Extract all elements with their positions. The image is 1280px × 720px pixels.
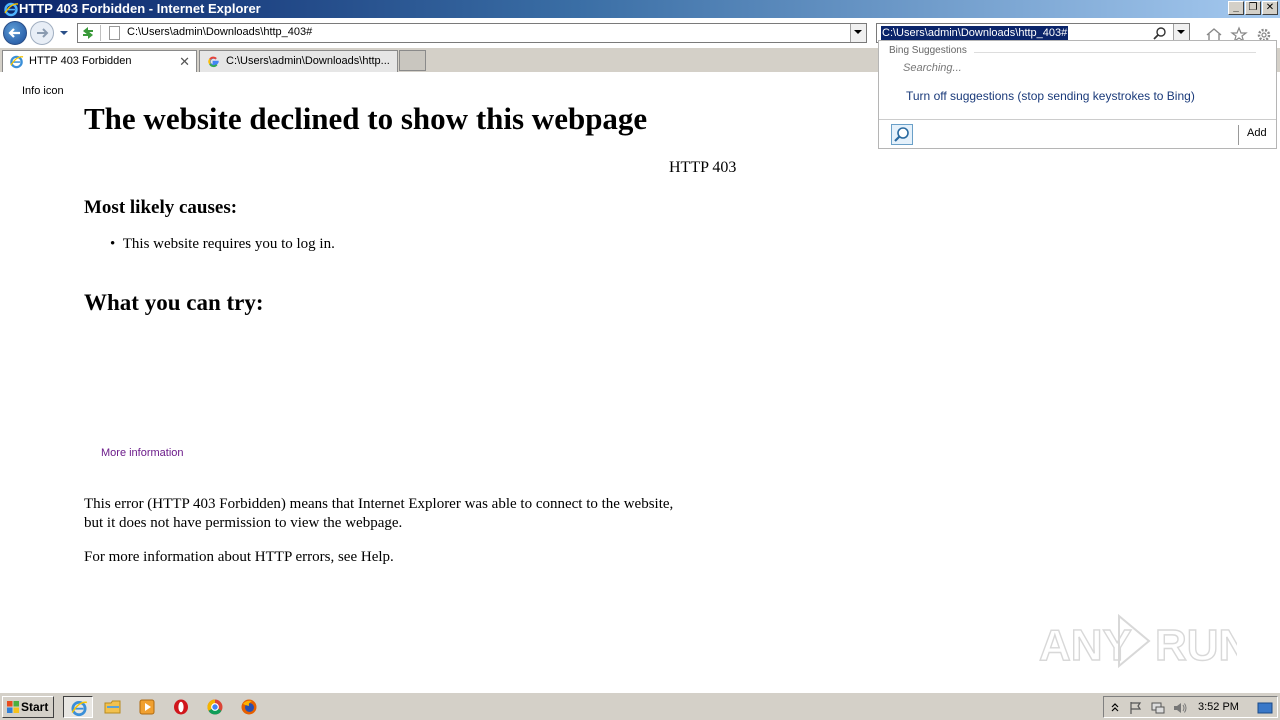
- causes-heading: Most likely causes:: [84, 197, 238, 218]
- ie-icon: [4, 2, 19, 17]
- divider: [974, 52, 1256, 53]
- firefox-icon: [241, 699, 257, 715]
- start-button[interactable]: Start: [2, 696, 54, 718]
- taskbar-opera-button[interactable]: [166, 696, 196, 718]
- opera-icon: [174, 699, 188, 715]
- more-information-link[interactable]: More information: [101, 447, 184, 459]
- ie-icon: [10, 55, 24, 69]
- error-explanation: This error (HTTP 403 Forbidden) means th…: [84, 495, 724, 533]
- info-icon: Info icon: [22, 85, 64, 97]
- tab-downloads-file[interactable]: C:\Users\admin\Downloads\http...: [199, 50, 398, 72]
- page-icon: [109, 26, 120, 40]
- turn-off-suggestions-link[interactable]: Turn off suggestions (stop sending keyst…: [906, 89, 1195, 103]
- forward-arrow-icon: [37, 28, 49, 38]
- restore-button[interactable]: ❐: [1245, 1, 1261, 15]
- search-icon[interactable]: [1153, 26, 1167, 40]
- windows-flag-icon: [7, 701, 19, 713]
- taskbar: Start 3:52 PM: [0, 692, 1280, 720]
- bing-search-button[interactable]: [891, 124, 913, 145]
- start-label: Start: [21, 700, 49, 714]
- magnifier-icon: [894, 127, 909, 142]
- show-desktop-icon[interactable]: [1256, 700, 1274, 716]
- page-title: The website declined to show this webpag…: [84, 101, 648, 136]
- media-player-icon: [139, 699, 155, 715]
- taskbar-firefox-button[interactable]: [234, 696, 264, 718]
- try-heading: What you can try:: [84, 290, 264, 315]
- cause-list-item: • This website requires you to log in.: [110, 236, 335, 252]
- explanation-line: This error (HTTP 403 Forbidden) means th…: [84, 496, 674, 512]
- address-input[interactable]: C:\Users\admin\Downloads\http_403#: [127, 26, 312, 38]
- volume-icon[interactable]: [1172, 700, 1188, 716]
- divider: [1238, 125, 1239, 145]
- chrome-icon: [207, 699, 223, 715]
- ie-icon: [71, 701, 87, 717]
- cause-text: This website requires you to log in.: [122, 236, 335, 252]
- network-icon[interactable]: [1150, 700, 1166, 716]
- search-input[interactable]: C:\Users\admin\Downloads\http_403#: [881, 26, 1069, 40]
- bing-suggestions-dropdown: Bing Suggestions Searching... Turn off s…: [878, 40, 1277, 149]
- bing-suggestions-header: Bing Suggestions: [889, 45, 967, 56]
- close-button[interactable]: ✕: [1262, 1, 1278, 15]
- searching-status: Searching...: [903, 62, 962, 74]
- clock[interactable]: 3:52 PM: [1198, 701, 1239, 713]
- new-tab-button[interactable]: [399, 50, 426, 71]
- window-title: HTTP 403 Forbidden - Internet Explorer: [19, 1, 261, 16]
- address-bar[interactable]: C:\Users\admin\Downloads\http_403#: [77, 23, 867, 43]
- taskbar-ie-button[interactable]: [63, 696, 93, 718]
- address-separator: [100, 25, 101, 41]
- title-bar: HTTP 403 Forbidden - Internet Explorer _…: [0, 0, 1280, 18]
- anyrun-watermark: ANY RUN: [1038, 613, 1237, 671]
- show-hidden-icons-icon[interactable]: [1110, 700, 1120, 716]
- back-arrow-icon: [8, 28, 20, 38]
- page-content: Info icon The website declined to show t…: [0, 72, 1280, 692]
- add-search-provider-button[interactable]: Add: [1247, 127, 1267, 139]
- tab-close-icon[interactable]: ✕: [179, 54, 190, 70]
- watermark-text-any: ANY: [1039, 621, 1132, 670]
- divider: [879, 119, 1276, 120]
- back-button[interactable]: [3, 21, 27, 45]
- tab-label: C:\Users\admin\Downloads\http...: [226, 55, 390, 67]
- tab-http-403[interactable]: HTTP 403 Forbidden ✕: [2, 50, 197, 72]
- recent-pages-dropdown-icon[interactable]: [58, 27, 70, 39]
- explanation-line: but it does not have permission to view …: [84, 515, 403, 531]
- watermark-text-run: RUN: [1155, 621, 1237, 670]
- action-center-flag-icon[interactable]: [1128, 700, 1144, 716]
- taskbar-media-player-button[interactable]: [132, 696, 162, 718]
- taskbar-explorer-button[interactable]: [98, 696, 128, 718]
- error-code: HTTP 403: [669, 159, 737, 176]
- chevron-down-icon: [1177, 30, 1185, 34]
- google-icon: [208, 56, 219, 68]
- compatibility-refresh-icon[interactable]: [80, 26, 96, 40]
- folder-icon: [104, 700, 121, 714]
- address-dropdown-button[interactable]: [850, 24, 866, 42]
- taskbar-chrome-button[interactable]: [200, 696, 230, 718]
- system-tray: 3:52 PM: [1103, 696, 1278, 718]
- minimize-button[interactable]: _: [1228, 1, 1244, 15]
- tab-label: HTTP 403 Forbidden: [29, 55, 132, 67]
- forward-button[interactable]: [30, 21, 54, 45]
- help-text: For more information about HTTP errors, …: [84, 549, 394, 565]
- chevron-down-icon: [854, 30, 862, 34]
